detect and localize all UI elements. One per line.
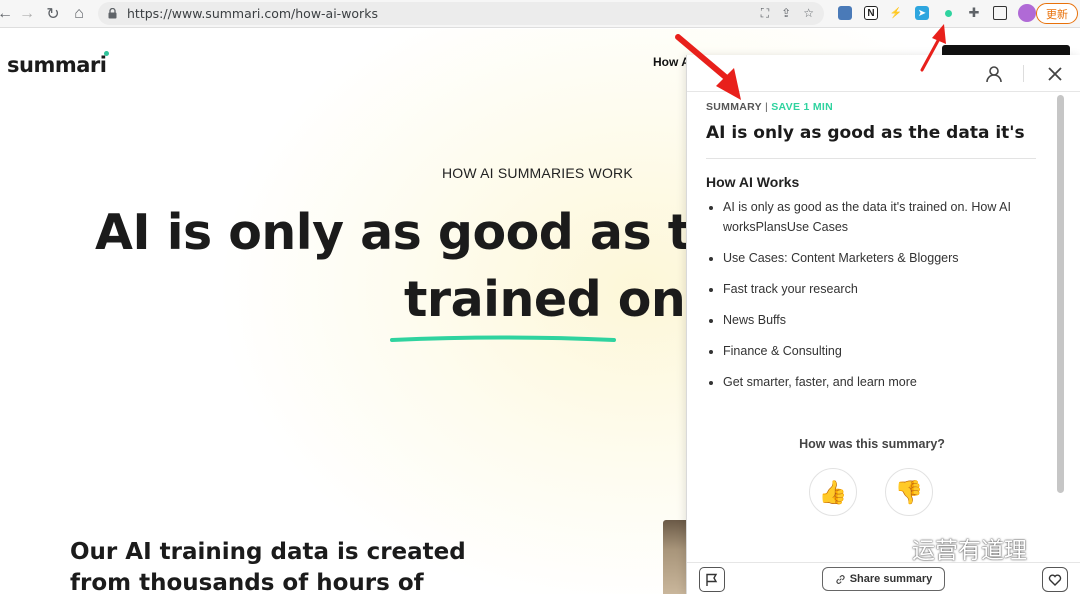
reload-icon[interactable]: ↻ — [40, 1, 66, 27]
section-title: How AI Works — [706, 174, 800, 190]
logo-dot — [104, 51, 109, 56]
eyebrow-text: HOW AI SUMMARIES WORK — [442, 165, 633, 181]
bookmark-star-icon[interactable]: ☆ — [803, 6, 814, 21]
thumbs-down-button[interactable]: 👎 — [885, 468, 933, 516]
share-summary-label: Share summary — [849, 573, 933, 585]
summary-label: SUMMARY — [706, 101, 762, 113]
list-item: Use Cases: Content Marketers & Bloggers — [706, 249, 1036, 269]
partial-photo — [663, 520, 687, 594]
browser-toolbar: ← → ↻ ⌂ https://www.summari.com/how-ai-w… — [0, 0, 1080, 28]
summary-title: AI is only as good as the data it's — [706, 123, 1025, 143]
update-button[interactable]: 更新 — [1036, 3, 1078, 24]
section-subheading: Our AI training data is created from tho… — [70, 539, 466, 594]
list-item: Get smarter, faster, and learn more — [706, 373, 1036, 393]
title-divider — [706, 158, 1036, 159]
url-text: https://www.summari.com/how-ai-works — [127, 6, 378, 21]
side-panel-icon[interactable] — [993, 6, 1007, 20]
list-item: News Buffs — [706, 311, 1036, 331]
extensions-puzzle-icon[interactable]: ✚ — [967, 5, 981, 20]
forward-icon[interactable]: → — [14, 1, 40, 27]
hero-headline-line2: trained on — [404, 271, 686, 328]
wechat-icon — [868, 535, 903, 560]
hero-headline-line1: AI is only as good as th — [95, 204, 726, 261]
feedback-question: How was this summary? — [799, 437, 945, 451]
link-icon — [836, 574, 845, 584]
extension-telegram-icon[interactable]: ➤ — [915, 6, 929, 20]
site-logo[interactable]: summari — [7, 53, 107, 77]
heart-icon — [1048, 574, 1062, 586]
extension-notion-icon[interactable]: N — [864, 6, 878, 20]
list-item: AI is only as good as the data it's trai… — [706, 198, 1036, 237]
translate-icon[interactable]: ⛶ — [761, 6, 769, 21]
extension-bolt-icon[interactable]: ⚡ — [889, 6, 903, 20]
user-icon[interactable] — [984, 64, 1004, 84]
save-time-label: SAVE 1 MIN — [771, 101, 833, 113]
summary-panel: SUMMARY | SAVE 1 MIN AI is only as good … — [686, 55, 1080, 594]
list-item: Finance & Consulting — [706, 342, 1036, 362]
flag-icon — [706, 573, 718, 586]
extension-summari-icon[interactable] — [941, 6, 955, 20]
share-summary-button[interactable]: Share summary — [822, 567, 945, 591]
thumbs-up-button[interactable]: 👍 — [809, 468, 857, 516]
summary-separator: | — [765, 101, 769, 113]
thumbs-up-icon: 👍 — [818, 478, 848, 505]
address-bar[interactable]: https://www.summari.com/how-ai-works ⛶ ⇪… — [98, 2, 824, 25]
summary-label-row: SUMMARY | SAVE 1 MIN — [706, 101, 833, 113]
share-icon[interactable]: ⇪ — [781, 6, 791, 21]
extension-photos-icon[interactable] — [838, 6, 852, 20]
panel-footer: Share summary — [687, 562, 1080, 594]
favorite-button[interactable] — [1042, 567, 1068, 592]
close-icon[interactable] — [1045, 64, 1065, 84]
header-divider — [1023, 65, 1024, 82]
watermark-text: 运营有道理 — [912, 538, 1027, 564]
report-button[interactable] — [699, 567, 725, 592]
lock-icon — [108, 8, 117, 19]
headline-underline — [390, 335, 616, 342]
nav-cta-button[interactable] — [942, 45, 1070, 55]
list-item: Fast track your research — [706, 280, 1036, 300]
nav-how-ai-works[interactable]: How A — [653, 55, 690, 69]
panel-scrollbar[interactable] — [1057, 95, 1064, 493]
thumbs-down-icon: 👎 — [894, 478, 924, 505]
summary-bullet-list: AI is only as good as the data it's trai… — [706, 198, 1036, 405]
panel-header — [687, 55, 1080, 92]
home-icon[interactable]: ⌂ — [66, 1, 92, 27]
wechat-watermark: 运营有道理 — [866, 531, 1027, 565]
profile-avatar-icon[interactable] — [1018, 4, 1036, 22]
